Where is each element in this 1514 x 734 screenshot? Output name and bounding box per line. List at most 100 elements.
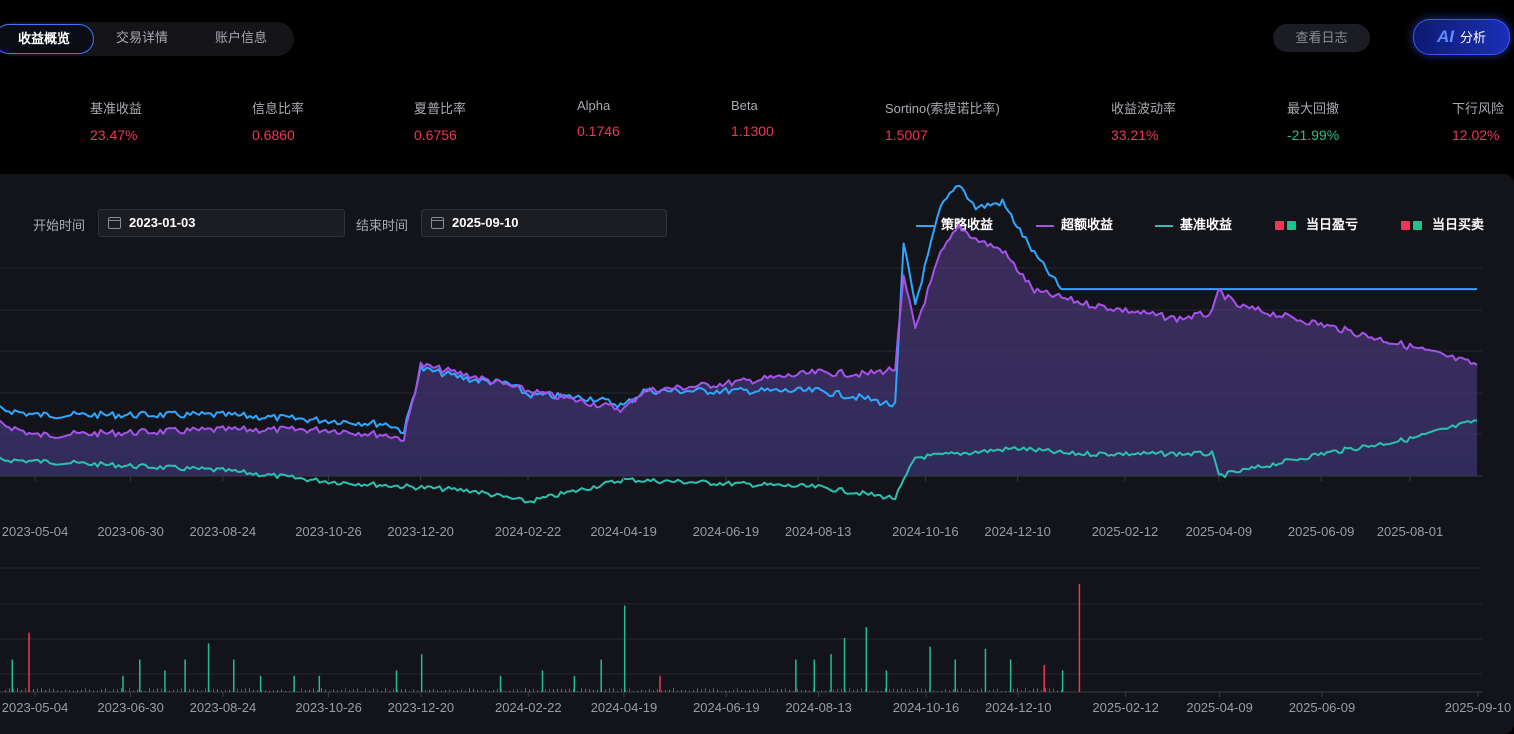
bar-minor	[817, 690, 818, 692]
bar-minor	[193, 688, 194, 692]
bar-minor	[429, 689, 430, 692]
x-tick-label: 2025-09-10	[1445, 700, 1512, 715]
bar-minor	[353, 689, 354, 692]
bar-minor	[341, 689, 342, 692]
bar-minor	[441, 690, 442, 692]
bar-minor	[153, 689, 154, 692]
bar	[573, 675, 576, 692]
bar-minor	[61, 690, 62, 692]
bar	[600, 659, 602, 692]
bar-minor	[257, 690, 258, 692]
bar-minor	[1057, 690, 1058, 692]
bar-minor	[977, 689, 978, 692]
bar-minor	[493, 689, 494, 692]
x-tick-label: 2025-06-09	[1289, 700, 1356, 715]
bar-minor	[789, 689, 790, 692]
bar-minor	[337, 690, 338, 692]
bar-minor	[405, 689, 406, 692]
bar	[420, 654, 423, 692]
bar-minor	[673, 688, 674, 692]
bar-minor	[709, 689, 710, 692]
bar-minor	[549, 688, 550, 692]
bar-minor	[917, 688, 918, 692]
bar-minor	[281, 689, 282, 692]
bar-minor	[393, 688, 394, 692]
bar-minor	[69, 690, 70, 692]
bar-minor	[805, 689, 806, 692]
bar-minor	[489, 690, 490, 692]
bar-minor	[897, 689, 898, 692]
bar-minor	[225, 689, 226, 692]
bar-minor	[665, 690, 666, 692]
bar-minor	[417, 690, 418, 692]
bar-minor	[693, 689, 694, 692]
bar-minor	[497, 688, 498, 692]
bar-minor	[1037, 688, 1038, 692]
bar-minor	[485, 689, 486, 692]
bar-minor	[585, 688, 586, 692]
bar-minor	[649, 688, 650, 692]
bar-minor	[637, 690, 638, 692]
bar-minor	[633, 690, 634, 692]
bar-minor	[913, 690, 914, 692]
bar-minor	[237, 688, 238, 692]
bar	[232, 659, 235, 692]
bar-minor	[221, 690, 222, 692]
x-tick-label: 2023-08-24	[190, 524, 257, 539]
bar-minor	[409, 690, 410, 692]
x-tick-label: 2023-06-30	[97, 524, 164, 539]
bar-minor	[1061, 689, 1062, 692]
bar-minor	[437, 690, 438, 692]
bar-minor	[725, 690, 726, 692]
bar-minor	[945, 688, 946, 692]
bar-minor	[197, 690, 198, 692]
bar-minor	[973, 690, 974, 692]
bar-minor	[121, 688, 122, 692]
bar-minor	[505, 690, 506, 692]
bar-minor	[253, 689, 254, 692]
bar-minor	[753, 689, 754, 692]
bar-minor	[285, 690, 286, 692]
bar-minor	[873, 690, 874, 692]
bar-minor	[717, 689, 718, 692]
bar-minor	[521, 690, 522, 692]
bar-minor	[661, 690, 662, 692]
bar-minor	[761, 690, 762, 692]
bar-minor	[545, 689, 546, 692]
bar-minor	[781, 688, 782, 692]
bar	[659, 675, 661, 692]
x-tick-label: 2025-04-09	[1186, 524, 1253, 539]
x-tick-label: 2024-12-10	[984, 524, 1051, 539]
bar	[1061, 670, 1064, 692]
x-tick-label: 2023-12-20	[388, 700, 455, 715]
x-tick-label: 2025-04-09	[1186, 700, 1253, 715]
bar-minor	[317, 690, 318, 692]
bar-minor	[321, 688, 322, 692]
x-tick-label: 2023-10-26	[295, 524, 362, 539]
bar-minor	[109, 690, 110, 692]
bar-minor	[105, 688, 106, 692]
bar-minor	[33, 688, 34, 692]
bar-minor	[345, 688, 346, 692]
bar-minor	[325, 689, 326, 692]
bar-minor	[101, 689, 102, 692]
bar-minor	[513, 689, 514, 692]
bar-minor	[829, 689, 830, 692]
bar-minor	[13, 689, 14, 692]
bar-minor	[537, 690, 538, 692]
bar-minor	[201, 690, 202, 692]
bar	[1043, 665, 1045, 692]
bar-minor	[277, 690, 278, 692]
bar-minor	[557, 688, 558, 692]
bar-minor	[189, 689, 190, 692]
bar-minor	[961, 688, 962, 692]
bar-minor	[617, 690, 618, 692]
bar-minor	[381, 690, 382, 692]
bar-minor	[369, 690, 370, 692]
bar	[207, 643, 210, 692]
x-tick-label: 2023-05-04	[2, 700, 69, 715]
bar-minor	[1049, 688, 1050, 692]
bar-minor	[857, 689, 858, 692]
bar-minor	[925, 688, 926, 692]
bar-minor	[269, 690, 270, 692]
